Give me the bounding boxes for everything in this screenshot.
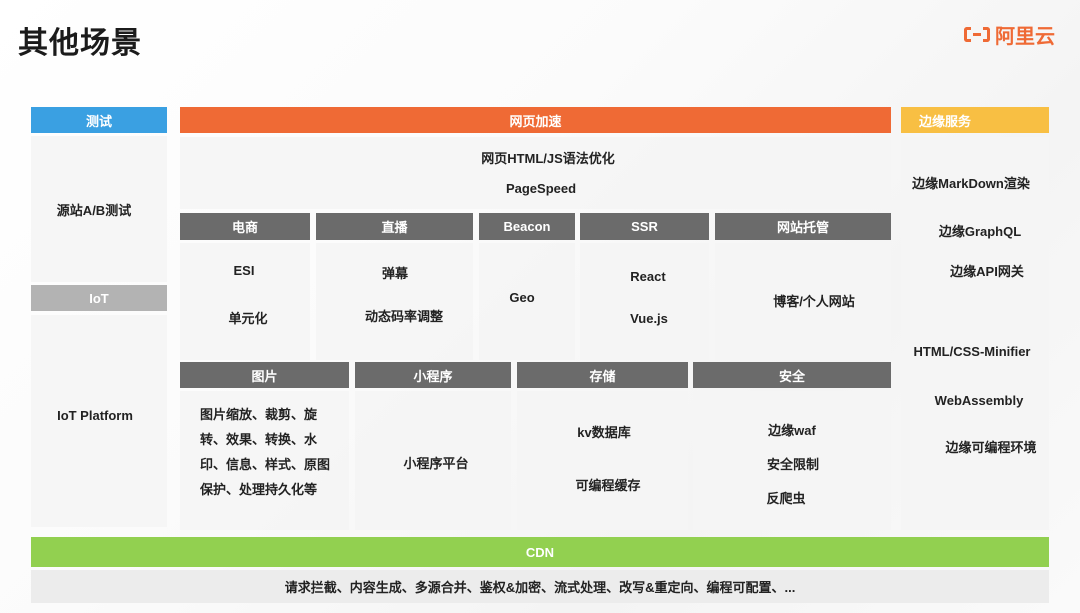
category-item: ESI — [233, 263, 255, 278]
category-header-beacon: Beacon — [479, 213, 575, 240]
category-header-hosting: 网站托管 — [715, 213, 891, 240]
cdn-header: CDN — [31, 537, 1049, 567]
logo-text: 阿里云 — [995, 26, 1055, 48]
category-item: Vue.js — [630, 311, 668, 326]
category-header-image: 图片 — [180, 362, 349, 388]
category-item: 博客/个人网站 — [773, 294, 855, 309]
edge-service-item: 边缘MarkDown渲染 — [912, 176, 1030, 191]
category-item: 边缘waf — [768, 423, 816, 438]
iot-header: IoT — [31, 285, 167, 311]
category-item: 反爬虫 — [766, 491, 806, 506]
category-item: React — [630, 269, 666, 284]
edge-service-panel — [901, 137, 1049, 530]
category-item: Geo — [509, 290, 535, 305]
category-header-ssr: SSR — [580, 213, 709, 240]
category-item: 动态码率调整 — [364, 309, 444, 324]
category-item: 单元化 — [228, 311, 268, 326]
category-header-miniprogram: 小程序 — [355, 362, 511, 388]
category-item: 弹幕 — [381, 266, 409, 281]
category-item: kv数据库 — [577, 425, 631, 440]
category-panel-storage — [517, 391, 688, 530]
test-header: 测试 — [31, 107, 167, 133]
web-accel-item: PageSpeed — [505, 181, 577, 196]
category-item: 可编程缓存 — [575, 478, 641, 493]
web-accel-item: 网页HTML/JS语法优化 — [481, 151, 615, 166]
category-header-ecommerce: 电商 — [180, 213, 310, 240]
category-panel-ssr — [580, 243, 709, 360]
page-title: 其他场景 — [18, 27, 142, 60]
edge-service-item: 边缘API网关 — [950, 264, 1024, 279]
iot-item: IoT Platform — [57, 408, 133, 423]
edge-service-header: 边缘服务 — [901, 107, 1049, 133]
category-item: 图片缩放、裁剪、旋转、效果、转换、水印、信息、样式、原图保护、处理持久化等 — [200, 407, 331, 497]
aliyun-logo: 阿里云 — [964, 20, 1055, 49]
category-panel-ecommerce — [180, 243, 310, 360]
edge-service-item: 边缘可编程环境 — [945, 440, 1037, 455]
web-accel-header: 网页加速 — [180, 107, 891, 133]
edge-service-item: 边缘GraphQL — [938, 224, 1022, 239]
category-header-live: 直播 — [316, 213, 473, 240]
edge-service-item: HTML/CSS-Minifier — [913, 344, 1031, 359]
category-item: 安全限制 — [766, 457, 820, 472]
category-item: 小程序平台 — [403, 456, 469, 471]
aliyun-logo-icon — [964, 27, 990, 42]
category-header-storage: 存储 — [517, 362, 688, 388]
category-panel-live — [316, 243, 473, 360]
category-header-security: 安全 — [693, 362, 891, 388]
test-item: 源站A/B测试 — [56, 203, 132, 218]
cdn-capabilities: 请求拦截、内容生成、多源合并、鉴权&加密、流式处理、改写&重定向、编程可配置、.… — [31, 570, 1049, 603]
edge-service-item: WebAssembly — [934, 393, 1024, 408]
